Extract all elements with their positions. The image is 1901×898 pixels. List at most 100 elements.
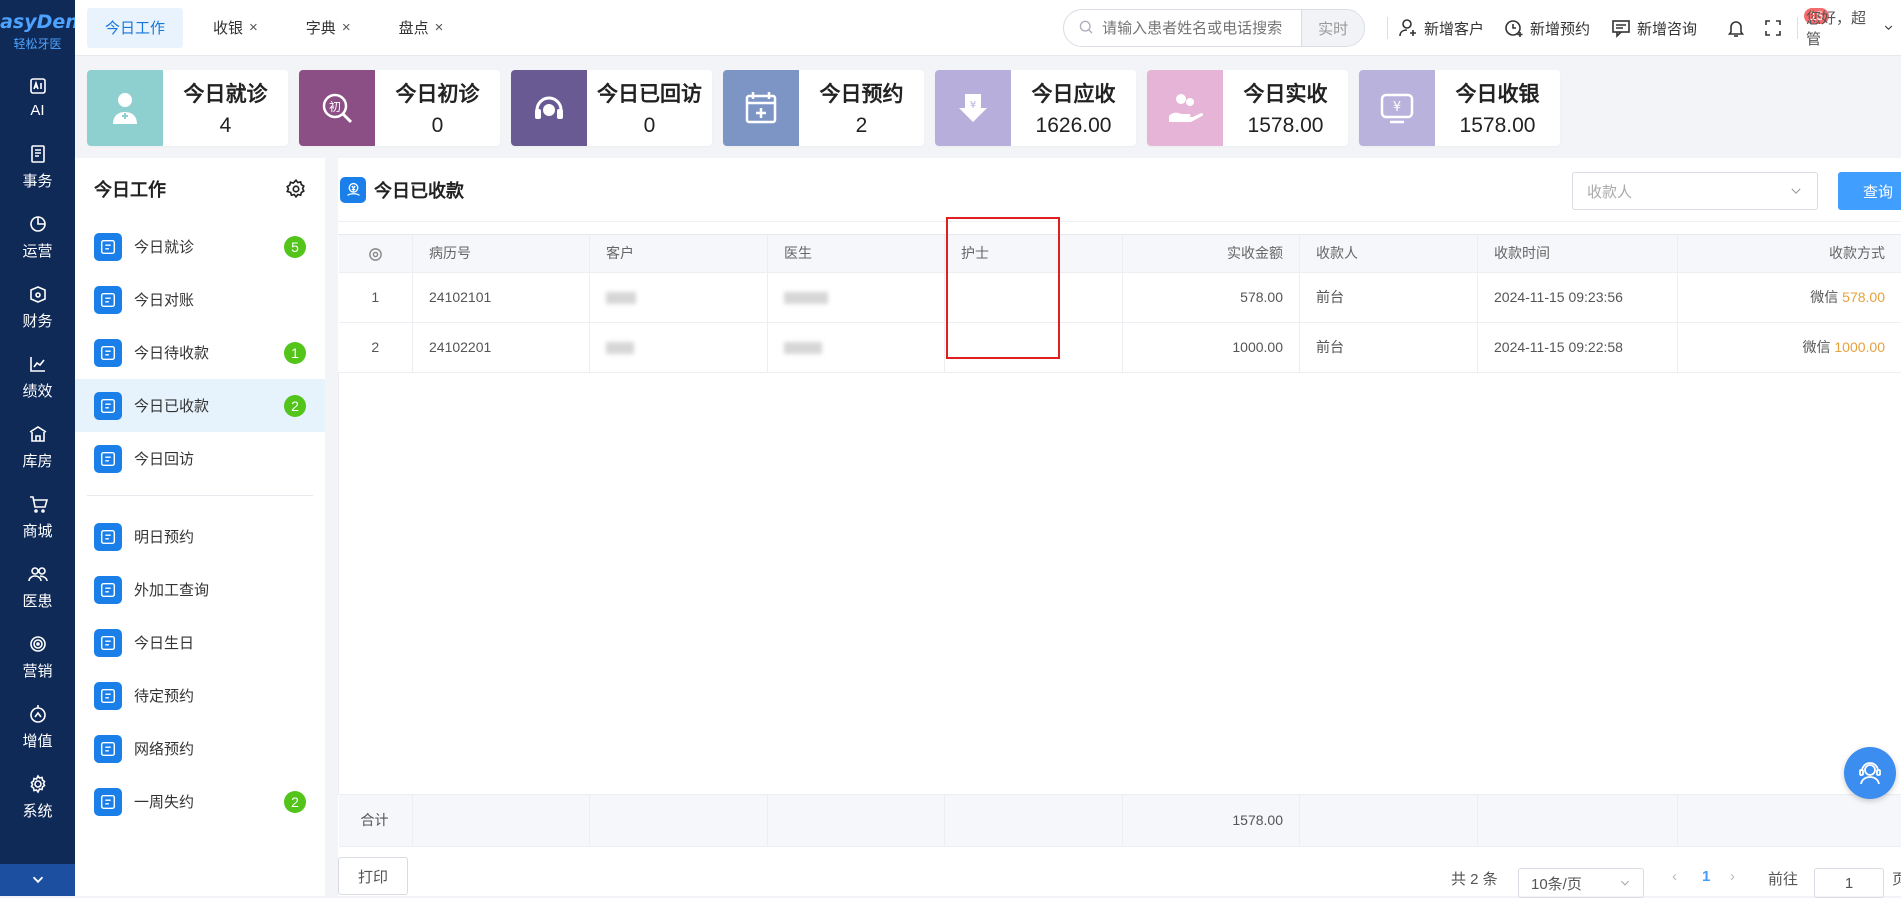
column-settings[interactable] (339, 235, 413, 272)
doctor-name (768, 322, 945, 372)
fullscreen-button[interactable] (1763, 0, 1789, 56)
lab-work-icon (94, 576, 122, 604)
chevron-down-icon (1789, 184, 1803, 198)
side-item[interactable]: 外加工查询 (75, 563, 325, 616)
target-icon (28, 634, 48, 654)
stat-title: 今日实收 (1244, 78, 1328, 108)
tab-dictionary[interactable]: 字典× (288, 8, 369, 48)
search-mode-button[interactable]: 实时 (1301, 10, 1364, 46)
search-input[interactable] (1102, 20, 1301, 37)
side-item[interactable]: 今日回访 (75, 432, 325, 485)
stat-card[interactable]: ¥今日应收1626.00 (935, 70, 1136, 146)
logo: EasyDent 轻松牙医 (0, 0, 75, 62)
nav-item-5[interactable]: 库房 (0, 412, 75, 482)
next-page-button[interactable]: › (1730, 868, 1735, 885)
close-icon[interactable]: × (435, 19, 444, 36)
nav-item-7[interactable]: 医患 (0, 552, 75, 622)
close-icon[interactable]: × (249, 19, 258, 36)
side-item-label: 今日回访 (134, 448, 194, 469)
pie-chart-icon (28, 214, 48, 234)
side-item[interactable]: 一周失约2 (75, 775, 325, 828)
stat-card[interactable]: 今日就诊4 (87, 70, 288, 146)
page-size-select[interactable]: 10条/页 (1518, 868, 1644, 898)
record-number: 24102101 (413, 272, 590, 322)
nav-item-0[interactable]: AI (0, 62, 75, 132)
query-button[interactable]: 查询 (1838, 172, 1901, 210)
nav-item-3[interactable]: 财务 (0, 272, 75, 342)
side-item[interactable]: 今日就诊5 (75, 220, 325, 273)
nav-item-9[interactable]: 增值 (0, 692, 75, 762)
settings-icon (368, 247, 383, 262)
tab-today-work[interactable]: 今日工作 (87, 8, 183, 48)
notifications-button[interactable] (1726, 0, 1752, 56)
column-header[interactable]: 收款时间 (1478, 235, 1678, 272)
page-number[interactable]: 1 (1702, 868, 1710, 885)
side-item-label: 网络预约 (134, 738, 194, 759)
payment-time: 2024-11-15 09:22:58 (1478, 322, 1678, 372)
nav-item-2[interactable]: 运营 (0, 202, 75, 272)
nav-item-10[interactable]: 系统 (0, 762, 75, 832)
top-bar: 今日工作 收银× 字典× 盘点× 实时 新增客户 新增预约 新增咨询 15 您好… (75, 0, 1901, 56)
side-item-label: 今日对账 (134, 289, 194, 310)
column-header[interactable]: 实收金额 (1123, 235, 1300, 272)
nav-collapse-button[interactable] (0, 864, 75, 896)
new-customer-button[interactable]: 新增客户 (1398, 0, 1484, 56)
received-amount: 1000.00 (1123, 322, 1300, 372)
customer-service-button[interactable] (1844, 747, 1896, 799)
svg-text:¥: ¥ (970, 100, 976, 111)
side-item[interactable]: 待定预约 (75, 669, 325, 722)
prev-page-button[interactable]: ‹ (1672, 868, 1677, 885)
stat-card[interactable]: 今日已回访0 (511, 70, 712, 146)
column-header[interactable]: 收款人 (1300, 235, 1478, 272)
today-work-panel: 今日工作 今日就诊5今日对账今日待收款1今日已收款2今日回访 明日预约外加工查询… (75, 158, 325, 896)
cart-icon (28, 494, 48, 514)
table-row[interactable]: 1 24102101 578.00 前台 2024-11-15 09:23:56… (339, 272, 1901, 322)
user-menu[interactable]: 您好，超管 (1806, 0, 1901, 56)
payee-select[interactable]: 收款人 (1572, 172, 1818, 210)
side-item[interactable]: 今日待收款1 (75, 326, 325, 379)
goto-page-input[interactable]: 1 (1814, 868, 1884, 898)
stat-card[interactable]: 今日预约2 (723, 70, 924, 146)
nav-item-4[interactable]: 绩效 (0, 342, 75, 412)
side-item-label: 一周失约 (134, 791, 194, 812)
side-item[interactable]: 今日生日 (75, 616, 325, 669)
svg-text:初: 初 (329, 100, 341, 114)
nav-item-8[interactable]: 营销 (0, 622, 75, 692)
fullscreen-icon (1763, 18, 1783, 38)
close-icon[interactable]: × (342, 19, 351, 36)
wallet-icon (28, 284, 48, 304)
new-consult-button[interactable]: 新增咨询 (1611, 0, 1697, 56)
divider (1387, 17, 1388, 39)
stat-value: 2 (856, 114, 868, 138)
stat-card[interactable]: ¥今日收银1578.00 (1359, 70, 1560, 146)
column-header[interactable]: 收款方式 (1678, 235, 1901, 272)
tab-cashier[interactable]: 收银× (195, 8, 276, 48)
stat-value: 4 (220, 114, 232, 138)
hand-coins-icon (1147, 70, 1223, 146)
column-header[interactable]: 医生 (768, 235, 945, 272)
document-icon (28, 144, 48, 164)
column-header[interactable]: 病历号 (413, 235, 590, 272)
total-amount: 1578.00 (1123, 794, 1300, 846)
user-add-icon (1398, 18, 1418, 38)
table-row[interactable]: 2 24102201 1000.00 前台 2024-11-15 09:22:5… (339, 322, 1901, 372)
received-payment-icon (94, 392, 122, 420)
stat-cards: 今日就诊4初今日初诊0今日已回访0今日预约2¥今日应收1626.00今日实收15… (87, 70, 1571, 146)
nav-item-6[interactable]: 商城 (0, 482, 75, 552)
new-appointment-button[interactable]: 新增预约 (1504, 0, 1590, 56)
side-item[interactable]: 明日预约 (75, 510, 325, 563)
tab-inventory[interactable]: 盘点 × (381, 8, 462, 48)
side-item[interactable]: 网络预约 (75, 722, 325, 775)
gear-icon[interactable] (285, 178, 307, 200)
birthday-icon (94, 629, 122, 657)
column-header[interactable]: 客户 (590, 235, 768, 272)
stat-card[interactable]: 今日实收1578.00 (1147, 70, 1348, 146)
payee-placeholder: 收款人 (1587, 181, 1632, 202)
side-item[interactable]: 今日已收款2 (75, 379, 325, 432)
side-item[interactable]: 今日对账 (75, 273, 325, 326)
ai-icon (28, 76, 48, 96)
stat-card[interactable]: 初今日初诊0 (299, 70, 500, 146)
nav-item-1[interactable]: 事务 (0, 132, 75, 202)
tab-label: 盘点 (399, 17, 429, 38)
print-button[interactable]: 打印 (338, 857, 408, 895)
